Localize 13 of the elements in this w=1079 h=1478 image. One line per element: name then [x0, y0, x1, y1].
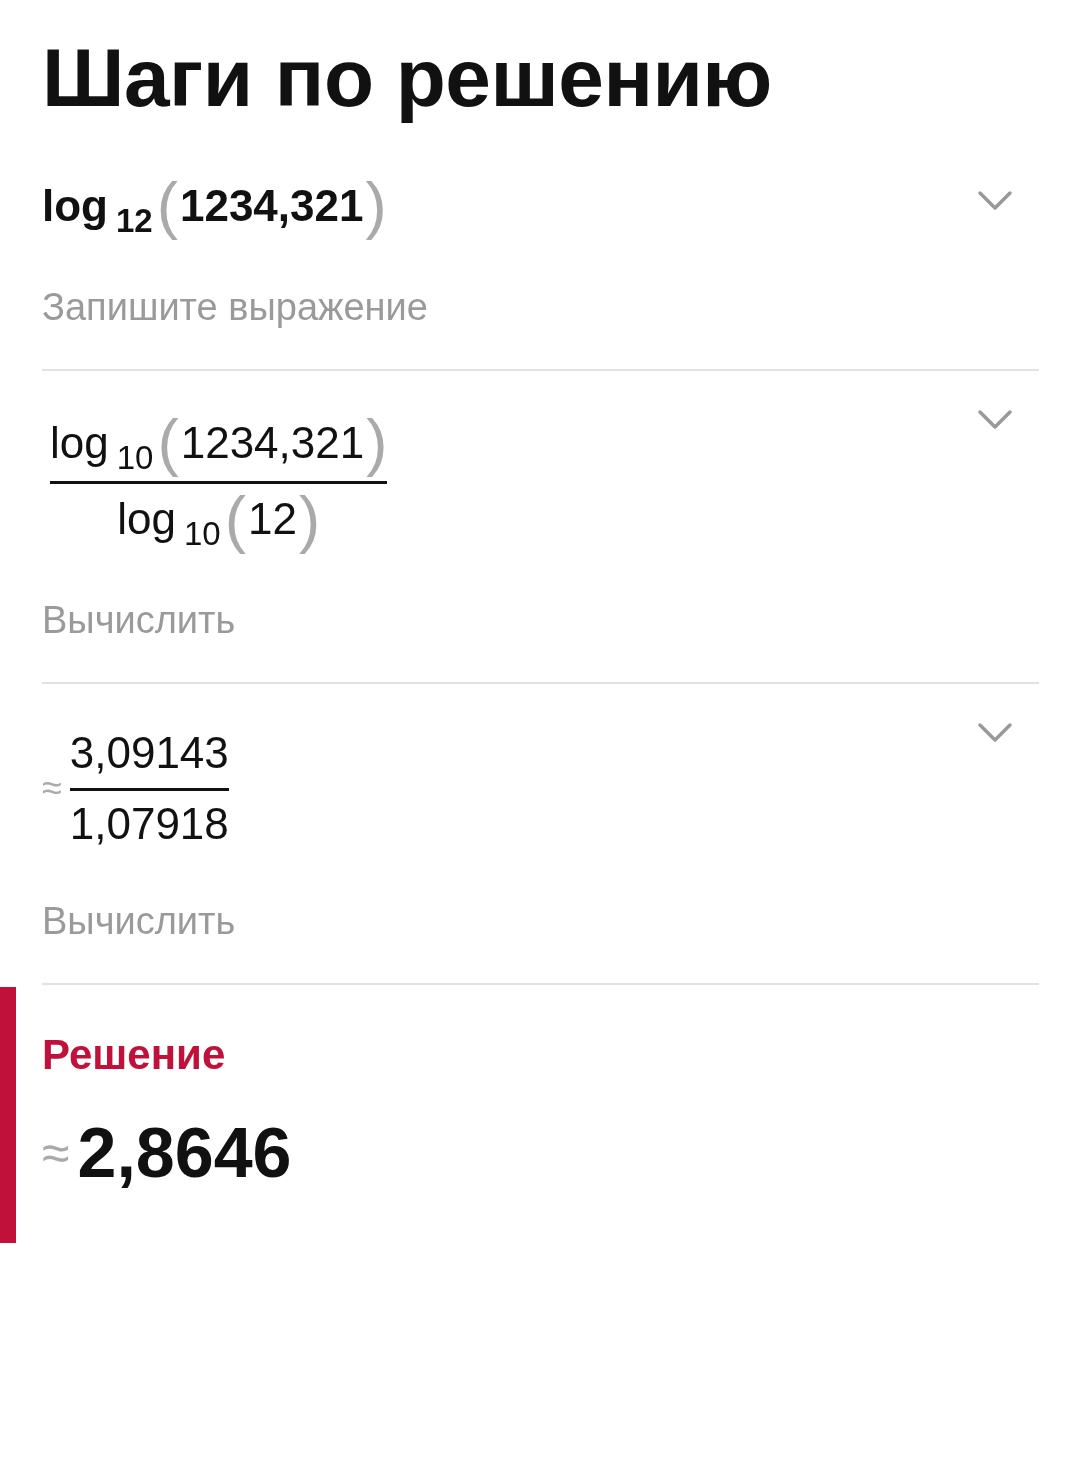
chevron-icon[interactable] [977, 190, 1013, 212]
chevron-icon[interactable] [977, 722, 1013, 745]
solution-label: Решение [42, 1030, 227, 1079]
step-caption: Вычислить [42, 599, 237, 643]
numerator: 3,09143 [69, 727, 229, 780]
step-caption: Вычислить [42, 899, 237, 943]
page-title: Шаги по решению [42, 31, 773, 125]
approx-sign: ≈ [42, 767, 62, 810]
solution-value: 2,8646 [77, 1112, 292, 1193]
chevron-icon[interactable] [977, 408, 1013, 431]
approx-sign: ≈ [42, 1123, 70, 1182]
denominator: 1,07918 [69, 797, 229, 850]
step-caption: Запишите выражение [42, 285, 429, 329]
